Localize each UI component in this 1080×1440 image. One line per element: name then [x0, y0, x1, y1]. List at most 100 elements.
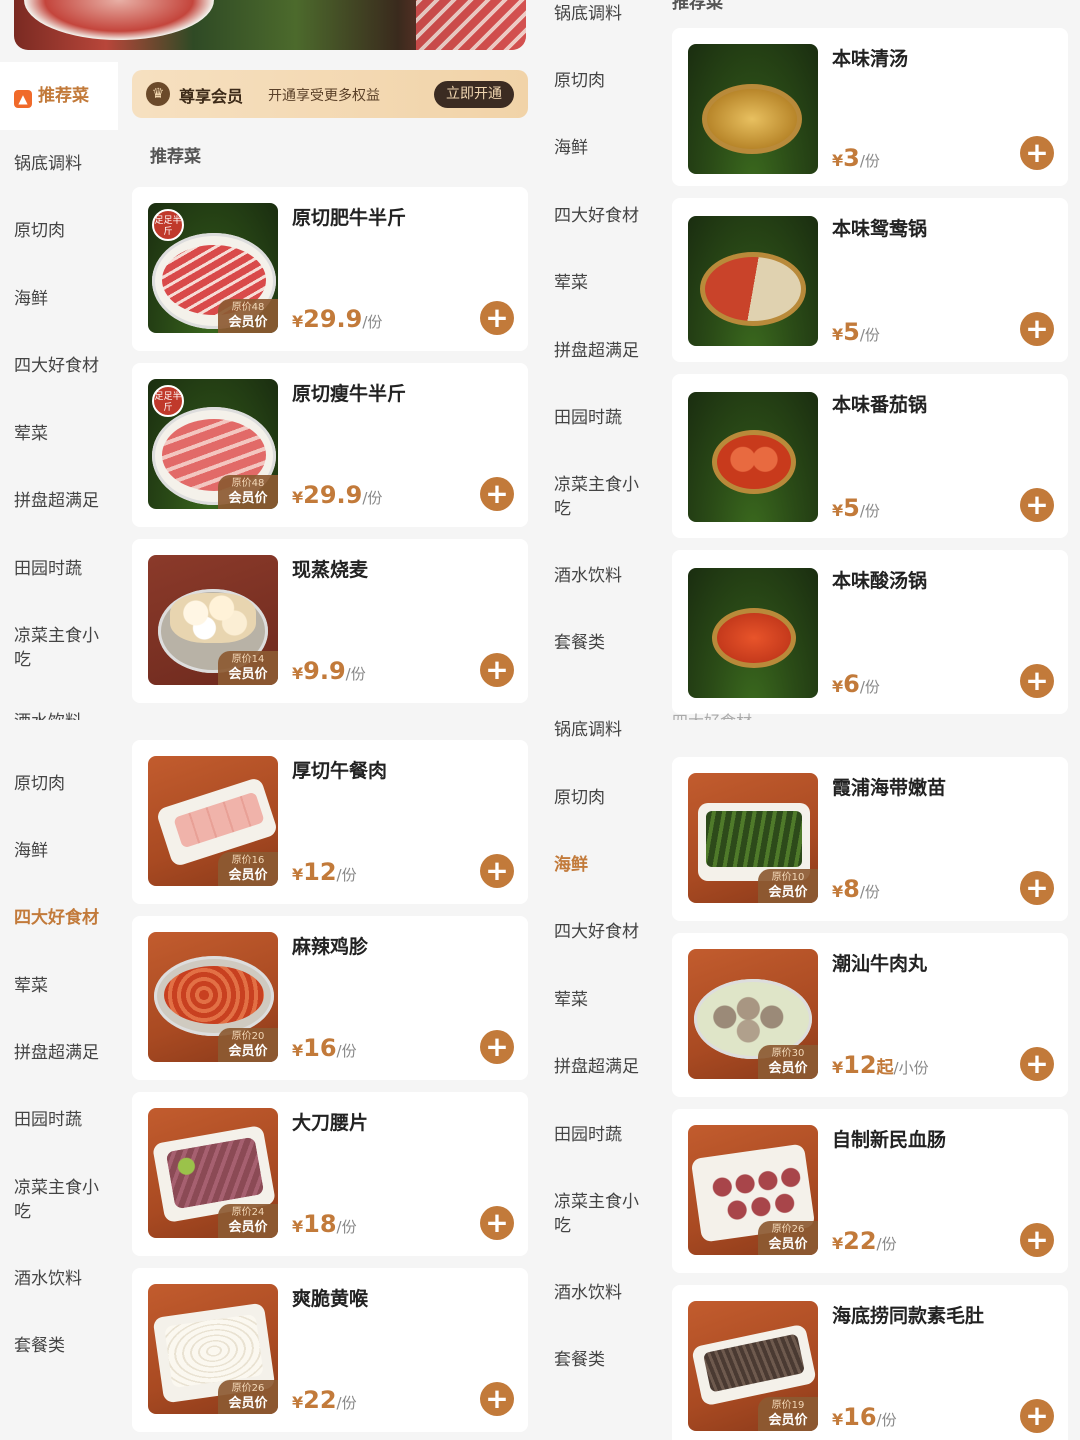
category-item[interactable]: 锅底调料 [14, 152, 110, 176]
product-name: 现蒸烧麦 [292, 559, 369, 581]
product-price: ¥8/份 [832, 875, 880, 903]
category-item[interactable]: 原切肉 [14, 219, 110, 243]
member-price-tag: 原价14 会员价 [218, 651, 278, 685]
add-to-cart-button[interactable]: + [480, 1206, 514, 1240]
product-card[interactable]: 原价16 会员价 厚切午餐肉 ¥12/份 + [132, 740, 528, 904]
category-item-active[interactable]: 海鲜 [554, 853, 650, 877]
add-to-cart-button[interactable]: + [1020, 1047, 1054, 1081]
product-name: 本味酸汤锅 [832, 570, 928, 592]
product-card[interactable]: 原价26 会员价 爽脆黄喉 ¥22/份 + [132, 1268, 528, 1432]
screenshot-root: ▲ 推荐菜 锅底调料 原切肉 海鲜 四大好食材 荤菜 拼盘超满足 田园时蔬 凉菜主… [0, 0, 1080, 1440]
product-card[interactable]: 足足半斤 原价48 会员价 原切瘦牛半斤 ¥29.9/份 + [132, 363, 528, 527]
plus-icon: + [1025, 664, 1049, 697]
right-screen: 锅底调料 原切肉 海鲜 四大好食材 荤菜 拼盘超满足 田园时蔬 凉菜主食小吃 酒… [540, 0, 1080, 1440]
add-to-cart-button[interactable]: + [480, 653, 514, 687]
product-card[interactable]: 原价20 会员价 麻辣鸡胗 ¥16/份 + [132, 916, 528, 1080]
member-price-tag: 原价10 会员价 [758, 869, 818, 903]
category-item[interactable]: 田园时蔬 [14, 557, 110, 581]
product-list-right: 推荐菜 本味清汤 ¥3/份 + 本味鸳鸯锅 ¥5/份 + 本味番茄锅 ¥5/份 … [658, 0, 1080, 1440]
add-to-cart-button[interactable]: + [1020, 1399, 1054, 1433]
category-item[interactable]: 拼盘超满足 [14, 489, 110, 513]
product-price: ¥29.9/份 [292, 481, 383, 509]
member-price-tag: 原价48 会员价 [218, 299, 278, 333]
banner-plate-image [24, 0, 214, 40]
category-item[interactable]: 田园时蔬 [14, 1108, 110, 1132]
add-to-cart-button[interactable]: + [1020, 871, 1054, 905]
add-to-cart-button[interactable]: + [480, 301, 514, 335]
category-item[interactable]: 锅底调料 [554, 718, 650, 742]
category-item[interactable]: 拼盘超满足 [14, 1041, 110, 1065]
category-item[interactable]: 海鲜 [14, 287, 110, 311]
category-item[interactable]: 田园时蔬 [554, 406, 650, 430]
product-price: ¥12起/小份 [832, 1051, 929, 1079]
plus-icon: + [485, 653, 509, 686]
category-item[interactable]: 荤菜 [14, 422, 110, 446]
product-card[interactable]: 原价14 会员价 现蒸烧麦 ¥9.9/份 + [132, 539, 528, 703]
product-card[interactable]: 原价26 会员价 自制新民血肠 ¥22/份 + [672, 1109, 1068, 1273]
product-name: 爽脆黄喉 [292, 1288, 369, 1310]
product-card[interactable]: 原价19 会员价 海底捞同款素毛肚 ¥16/份 + [672, 1285, 1068, 1440]
category-item-recommended[interactable]: ▲ 推荐菜 [14, 84, 110, 108]
category-item[interactable]: 套餐类 [554, 1348, 650, 1372]
add-to-cart-button[interactable]: + [480, 477, 514, 511]
product-card[interactable]: 本味番茄锅 ¥5/份 + [672, 374, 1068, 538]
category-item[interactable]: 套餐类 [14, 1334, 110, 1358]
category-item[interactable]: 荤菜 [14, 974, 110, 998]
plus-icon: + [485, 1206, 509, 1239]
add-to-cart-button[interactable]: + [1020, 136, 1054, 170]
category-item[interactable]: 拼盘超满足 [554, 1055, 650, 1079]
add-to-cart-button[interactable]: + [1020, 488, 1054, 522]
add-to-cart-button[interactable]: + [480, 1030, 514, 1064]
category-item[interactable]: 四大好食材 [554, 920, 650, 944]
category-item[interactable]: 田园时蔬 [554, 1123, 650, 1147]
category-item[interactable]: 海鲜 [554, 136, 650, 160]
product-card[interactable]: 本味酸汤锅 ¥6/份 + [672, 550, 1068, 714]
add-to-cart-button[interactable]: + [1020, 1223, 1054, 1257]
open-membership-button[interactable]: 立即开通 [434, 81, 514, 108]
product-card[interactable]: 原价10 会员价 霞浦海带嫩苗 ¥8/份 + [672, 757, 1068, 921]
hero-banner[interactable] [14, 0, 526, 50]
category-item[interactable]: 原切肉 [554, 69, 650, 93]
product-card[interactable]: 本味鸳鸯锅 ¥5/份 + [672, 198, 1068, 362]
membership-banner[interactable]: ♛ 尊享会员 开通享受更多权益 立即开通 [132, 70, 528, 118]
member-price-tag: 原价16 会员价 [218, 852, 278, 886]
add-to-cart-button[interactable]: + [1020, 664, 1054, 698]
category-item[interactable]: 四大好食材 [554, 204, 650, 228]
add-to-cart-button[interactable]: + [480, 854, 514, 888]
product-price: ¥16/份 [292, 1034, 357, 1062]
category-item[interactable]: 海鲜 [14, 839, 110, 863]
category-item[interactable]: 凉菜主食小吃 [14, 624, 110, 672]
category-item[interactable]: 酒水饮料 [554, 1281, 650, 1305]
full-half-jin-stamp: 足足半斤 [152, 385, 184, 417]
product-card[interactable]: 原价30 会员价 潮汕牛肉丸 ¥12起/小份 + [672, 933, 1068, 1097]
category-item[interactable]: 凉菜主食小吃 [14, 1176, 110, 1224]
product-price: ¥3/份 [832, 144, 880, 172]
category-item-active[interactable]: 四大好食材 [14, 906, 110, 930]
category-item[interactable]: 四大好食材 [14, 354, 110, 378]
category-item[interactable]: 凉菜主食小吃 [554, 473, 650, 521]
category-item[interactable]: 原切肉 [554, 786, 650, 810]
product-card[interactable]: 本味清汤 ¥3/份 + [672, 28, 1068, 186]
product-card[interactable]: 原价24 会员价 大刀腰片 ¥18/份 + [132, 1092, 528, 1256]
section-title-cut: 四大好食材 [672, 708, 752, 720]
category-item-cut[interactable]: 酒水饮料 [14, 710, 110, 720]
category-item[interactable]: 拼盘超满足 [554, 339, 650, 363]
product-list-left: ♛ 尊享会员 开通享受更多权益 立即开通 推荐菜 足足半斤 原价48 会员价 原切… [118, 62, 540, 1440]
add-to-cart-button[interactable]: + [480, 1382, 514, 1416]
category-item[interactable]: 酒水饮料 [14, 1267, 110, 1291]
category-item[interactable]: 锅底调料 [554, 2, 650, 26]
add-to-cart-button[interactable]: + [1020, 312, 1054, 346]
product-price: ¥22/份 [292, 1386, 357, 1414]
plus-icon: + [1025, 312, 1049, 345]
category-item[interactable]: 酒水饮料 [554, 564, 650, 588]
product-image [688, 44, 818, 174]
category-item[interactable]: 原切肉 [14, 772, 110, 796]
category-item[interactable]: 荤菜 [554, 988, 650, 1012]
full-half-jin-stamp: 足足半斤 [152, 209, 184, 241]
product-card[interactable]: 足足半斤 原价48 会员价 原切肥牛半斤 ¥29.9/份 + [132, 187, 528, 351]
product-price: ¥6/份 [832, 670, 880, 698]
category-item[interactable]: 凉菜主食小吃 [554, 1190, 650, 1238]
category-item[interactable]: 套餐类 [554, 631, 650, 655]
category-item[interactable]: 荤菜 [554, 271, 650, 295]
plus-icon: + [485, 1030, 509, 1063]
